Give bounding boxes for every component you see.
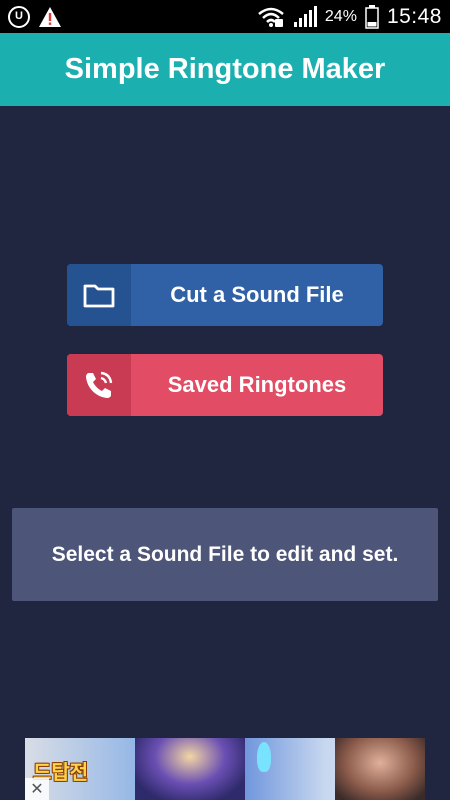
- wifi-icon: [258, 7, 284, 27]
- ad-monk-image: [335, 738, 425, 800]
- app-title: Simple Ringtone Maker: [64, 53, 386, 85]
- info-box: Select a Sound File to edit and set.: [12, 508, 438, 601]
- phone-ring-icon: [86, 371, 113, 398]
- u-icon: U: [8, 5, 30, 28]
- ad-crystal-image: [257, 742, 271, 772]
- battery-percent: 24%: [324, 7, 357, 25]
- status-bar: U 24% 15:48: [0, 0, 450, 33]
- folder-icon-box: [67, 264, 131, 326]
- info-text: Select a Sound File to edit and set.: [51, 542, 399, 566]
- title-bar: Simple Ringtone Maker: [0, 33, 450, 106]
- status-right: 24% 15:48: [257, 4, 442, 29]
- ad-character-image: [135, 738, 245, 800]
- ad-banner[interactable]: 드탑전 ✕: [25, 738, 425, 800]
- folder-icon: [83, 284, 115, 308]
- warning-icon: [39, 6, 61, 27]
- signal-icon: [293, 5, 317, 27]
- cut-sound-file-label: Cut a Sound File: [170, 282, 344, 307]
- saved-ringtones-label: Saved Ringtones: [167, 372, 347, 397]
- ad-close-button[interactable]: ✕: [25, 778, 49, 800]
- battery-icon: [365, 4, 379, 29]
- status-left: U: [8, 5, 62, 28]
- phone-icon-box: [67, 354, 131, 416]
- cut-sound-file-button[interactable]: Cut a Sound File: [67, 264, 383, 326]
- saved-ringtones-button[interactable]: Saved Ringtones: [67, 354, 383, 416]
- clock: 15:48: [386, 4, 442, 28]
